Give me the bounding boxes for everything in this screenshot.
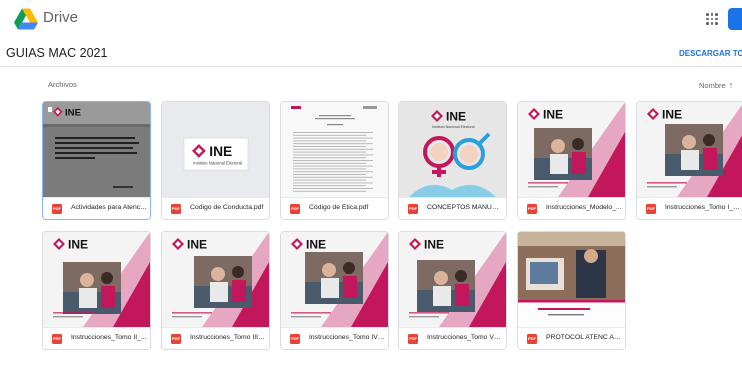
download-all-button[interactable]: DESCARGAR TODO [679, 49, 742, 58]
sort-direction-icon: ↑ [728, 80, 734, 90]
file-thumbnail[interactable]: INE [43, 232, 150, 327]
file-thumbnail-image [518, 232, 625, 327]
ine-logo-text: INE [424, 238, 444, 252]
file-label-row[interactable]: PDF Instrucciones_Tomo II_... [43, 327, 150, 349]
file-thumbnail[interactable] [518, 232, 625, 327]
file-thumbnail-image: INE Instituto Nacional Electoral [162, 102, 269, 197]
file-name: CONCEPTOS MANUAL ... [427, 204, 503, 211]
file-label-row[interactable]: PDF Código de Ética.pdf [281, 197, 388, 219]
file-card[interactable]: INE PDF Instrucciones_Tomo I_2... [636, 101, 742, 220]
ine-logo-subtitle: Instituto Nacional Electoral [432, 125, 475, 129]
file-thumbnail[interactable]: INE [162, 232, 269, 327]
file-thumbnail-image: INE [637, 102, 742, 197]
file-thumbnail[interactable] [281, 102, 388, 197]
file-card[interactable]: INE PDF Instrucciones_Tomo III_... [161, 231, 270, 350]
file-thumbnail[interactable]: INE [399, 232, 506, 327]
file-name: Instrucciones_Modelo_... [546, 204, 622, 211]
file-label-row[interactable]: PDF Codigo de Conducta.pdf [162, 197, 269, 219]
file-thumbnail[interactable]: INE [43, 102, 150, 197]
section-label: Archivos [48, 80, 77, 89]
ine-logo-text: INE [187, 238, 207, 252]
pdf-icon: PDF [52, 334, 62, 344]
file-thumbnail-image: INE [43, 102, 150, 197]
file-label-row[interactable]: PDF Instrucciones_Tomo IV_... [281, 327, 388, 349]
file-thumbnail-image: INE [281, 232, 388, 327]
top-bar: Drive [0, 0, 742, 38]
file-label-row[interactable]: PDF Instrucciones_Tomo III_... [162, 327, 269, 349]
pdf-icon: PDF [52, 204, 62, 214]
file-thumbnail-image: INE [162, 232, 269, 327]
ine-logo-text: INE [209, 144, 232, 159]
file-card[interactable]: PDF PROTOCOL ATENC AD... [517, 231, 626, 350]
file-name: Instrucciones_Tomo II_... [71, 334, 147, 341]
account-avatar[interactable] [728, 8, 742, 30]
pdf-icon: PDF [408, 204, 418, 214]
ine-logo-text: INE [662, 108, 682, 122]
file-card[interactable]: INE Instituto Nacional Electoral PDF CON… [398, 101, 507, 220]
file-name: Actividades para Atenci... [71, 204, 147, 211]
file-name: Código de Ética.pdf [309, 204, 369, 211]
file-thumbnail-image [281, 102, 388, 197]
sort-label: Nombre [699, 81, 726, 90]
file-thumbnail[interactable]: INE [637, 102, 742, 197]
app-name: Drive [43, 9, 79, 26]
file-label-row[interactable]: PDF Instrucciones_Tomo I_2... [637, 197, 742, 219]
file-label-row[interactable]: PDF CONCEPTOS MANUAL ... [399, 197, 506, 219]
file-label-row[interactable]: PDF Actividades para Atenci... [43, 197, 150, 219]
sort-by-name-button[interactable]: Nombre ↑ [699, 80, 733, 90]
file-thumbnail-image: INE Instituto Nacional Electoral [399, 102, 506, 197]
ine-logo-text: INE [65, 107, 82, 118]
file-thumbnail-image: INE [518, 102, 625, 197]
file-card[interactable]: PDF Código de Ética.pdf [280, 101, 389, 220]
ine-logo-text: INE [68, 238, 88, 252]
file-card[interactable]: INE PDF Actividades para Atenci... [42, 101, 151, 220]
ine-logo-subtitle: Instituto Nacional Electoral [193, 161, 242, 166]
pdf-icon: PDF [408, 334, 418, 344]
pdf-icon: PDF [646, 204, 656, 214]
pdf-icon: PDF [527, 334, 537, 344]
file-card[interactable]: INE PDF Instrucciones_Modelo_... [517, 101, 626, 220]
file-name: PROTOCOL ATENC AD... [546, 334, 622, 341]
file-card[interactable]: INE Instituto Nacional Electoral PDF Cod… [161, 101, 270, 220]
file-label-row[interactable]: PDF Instrucciones_Modelo_... [518, 197, 625, 219]
pdf-icon: PDF [290, 204, 300, 214]
file-thumbnail[interactable]: INE [518, 102, 625, 197]
file-card[interactable]: INE PDF Instrucciones_Tomo II_... [42, 231, 151, 350]
pdf-icon: PDF [290, 334, 300, 344]
file-name: Instrucciones_Tomo III_... [190, 334, 266, 341]
file-thumbnail[interactable]: INE [281, 232, 388, 327]
file-thumbnail[interactable]: INE Instituto Nacional Electoral [162, 102, 269, 197]
file-label-row[interactable]: PDF PROTOCOL ATENC AD... [518, 327, 625, 349]
file-name: Instrucciones_Tomo V_... [427, 334, 503, 341]
folder-title: GUIAS MAC 2021 [6, 46, 108, 60]
file-name: Instrucciones_Tomo IV_... [309, 334, 385, 341]
folder-header: GUIAS MAC 2021 DESCARGAR TODO [0, 38, 742, 67]
pdf-icon: PDF [171, 204, 181, 214]
pdf-icon: PDF [171, 334, 181, 344]
pdf-icon: PDF [527, 204, 537, 214]
file-card[interactable]: INE PDF Instrucciones_Tomo V_... [398, 231, 507, 350]
ine-logo-text: INE [446, 110, 466, 124]
file-card[interactable]: INE PDF Instrucciones_Tomo IV_... [280, 231, 389, 350]
apps-grid-icon[interactable] [706, 13, 718, 25]
drive-logo-icon[interactable] [14, 8, 38, 30]
file-name: Instrucciones_Tomo I_2... [665, 204, 741, 211]
file-thumbnail-image: INE [399, 232, 506, 327]
file-thumbnail-image: INE [43, 232, 150, 327]
file-name: Codigo de Conducta.pdf [190, 204, 264, 211]
file-thumbnail[interactable]: INE Instituto Nacional Electoral [399, 102, 506, 197]
ine-logo-text: INE [306, 238, 326, 252]
ine-logo-text: INE [543, 108, 563, 122]
file-label-row[interactable]: PDF Instrucciones_Tomo V_... [399, 327, 506, 349]
